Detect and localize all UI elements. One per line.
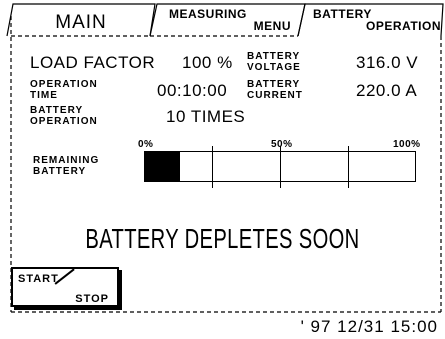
scale-0-label: 0% bbox=[138, 139, 154, 150]
tab-battery-operation[interactable]: BATTERY OPERATION bbox=[305, 0, 443, 36]
bar-tick-50 bbox=[280, 146, 281, 188]
tab-main-label: MAIN bbox=[55, 12, 107, 33]
battery-current-value: 220.0 A bbox=[356, 81, 418, 100]
tab-main[interactable]: MAIN bbox=[12, 0, 150, 36]
date-time-display: ' 97 12/31 15:00 bbox=[300, 317, 438, 336]
tab-measuring-menu[interactable]: MEASURING MENU bbox=[163, 0, 301, 36]
remaining-battery-label: REMAINING BATTERY bbox=[33, 155, 100, 177]
battery-operation-label: BATTERY OPERATION bbox=[30, 105, 98, 127]
bar-tick-75 bbox=[348, 146, 349, 188]
start-stop-label-stop: STOP bbox=[75, 293, 109, 305]
load-factor-value: 100 % bbox=[182, 53, 233, 72]
battery-voltage-value: 316.0 V bbox=[356, 53, 419, 72]
operation-time-value: 00:10:00 bbox=[157, 81, 228, 100]
scale-50-label: 50% bbox=[271, 139, 293, 150]
battery-voltage-label: BATTERY VOLTAGE bbox=[247, 51, 301, 73]
battery-warning-message: BATTERY DEPLETES SOON bbox=[85, 223, 360, 254]
remaining-battery-fill bbox=[145, 152, 181, 181]
battery-operation-value: 10 TIMES bbox=[166, 107, 246, 126]
tab-measuring-label-line1: MEASURING bbox=[169, 7, 247, 21]
load-factor-label: LOAD FACTOR bbox=[30, 53, 156, 72]
scale-100-label: 100% bbox=[393, 139, 421, 150]
remaining-battery-bar bbox=[144, 146, 416, 188]
battery-current-label: BATTERY CURRENT bbox=[247, 79, 303, 101]
tab-battery-label-line1: BATTERY bbox=[313, 7, 372, 21]
operation-time-label: OPERATION TIME bbox=[30, 79, 98, 101]
tab-battery-label-line2: OPERATION bbox=[366, 19, 441, 33]
start-stop-label-start: START bbox=[18, 273, 59, 285]
tab-measuring-label-line2: MENU bbox=[253, 19, 291, 33]
start-stop-button[interactable]: START STOP bbox=[11, 267, 119, 307]
bar-tick-25 bbox=[212, 146, 213, 188]
